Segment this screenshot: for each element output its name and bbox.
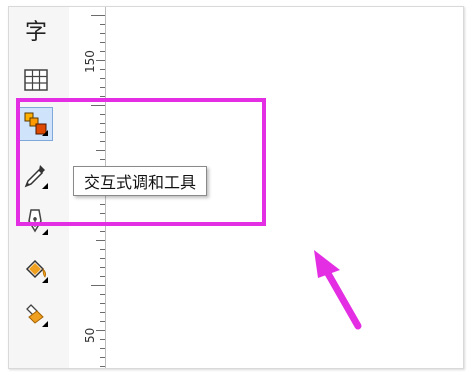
ruler-tick — [100, 366, 105, 367]
ruler-tick — [100, 78, 105, 79]
ruler-tick — [100, 231, 105, 232]
ruler-tick — [100, 276, 105, 277]
ruler-tick — [100, 51, 105, 52]
ruler-tick — [100, 312, 105, 313]
interactive-fill-tool-button[interactable] — [19, 297, 53, 331]
tooltip-text: 交互式调和工具 — [84, 173, 197, 192]
ruler-tick — [100, 69, 105, 70]
ruler-label-50: 50 — [83, 327, 97, 343]
interactive-fill-icon — [26, 304, 48, 327]
text-tool-button[interactable]: 字 — [19, 13, 53, 47]
highlight-box — [16, 98, 266, 226]
ruler-tick — [91, 15, 105, 16]
ruler-tick — [100, 24, 105, 25]
ruler-tick — [91, 285, 105, 286]
ruler-tick — [100, 249, 105, 250]
ruler-tick — [96, 60, 105, 61]
tool-tooltip: 交互式调和工具 — [73, 166, 208, 196]
fill-bucket-tool-button[interactable] — [19, 253, 53, 287]
ruler-tick — [100, 33, 105, 34]
ruler-tick — [100, 87, 105, 88]
paint-bucket-icon — [25, 259, 48, 283]
ruler-tick — [100, 294, 105, 295]
ruler-tick — [96, 240, 105, 241]
ruler-label-150: 150 — [83, 50, 97, 73]
ruler-tick — [100, 357, 105, 358]
ruler-tick — [100, 96, 105, 97]
ruler-tick — [100, 339, 105, 340]
text-tool-icon: 字 — [24, 20, 47, 45]
ruler-tick — [96, 330, 105, 331]
pointer-arrow-icon — [314, 250, 362, 330]
ruler-tick — [100, 321, 105, 322]
ruler-tick — [100, 348, 105, 349]
ruler-tick — [100, 303, 105, 304]
ruler-tick — [100, 42, 105, 43]
ruler-tick — [100, 258, 105, 259]
table-tool-button[interactable] — [19, 63, 53, 97]
table-icon — [24, 69, 48, 91]
ruler-tick — [100, 267, 105, 268]
